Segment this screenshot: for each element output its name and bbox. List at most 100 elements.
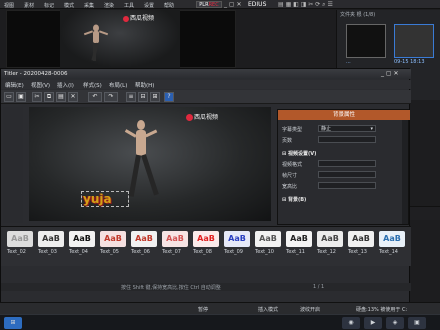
title-canvas[interactable]: 西瓜视频 yuja bbox=[29, 107, 271, 221]
align-icon[interactable]: ≡ bbox=[126, 92, 136, 102]
plr-label: PLR bbox=[199, 2, 209, 8]
start-icon[interactable]: ⊞ bbox=[4, 317, 22, 329]
style-item[interactable]: AaB Text_05 bbox=[100, 231, 126, 255]
menu-style[interactable]: 样式(S) bbox=[83, 81, 102, 89]
titler-title: Titler - 20200428-0006 bbox=[4, 71, 68, 77]
menu-render[interactable]: 渲染 bbox=[104, 2, 114, 9]
edius-bin-icons[interactable]: ▤ ▦ ◧ ◨ ✂ ⟳ ⌕ ☰ bbox=[278, 1, 333, 8]
bin-info: 根 (1/8) bbox=[356, 12, 376, 18]
rec-label: REC bbox=[208, 2, 219, 8]
style-swatch: AaB bbox=[162, 231, 188, 247]
frame-size-label: 帧尺寸 bbox=[282, 173, 298, 179]
player-frame bbox=[60, 10, 180, 68]
style-swatch: AaB bbox=[69, 231, 95, 247]
style-swatch: AaB bbox=[255, 231, 281, 247]
style-label: Text_13 bbox=[348, 249, 367, 255]
menu-insert[interactable]: 插入(I) bbox=[57, 81, 74, 89]
titler-status-bar: 按住 Shift 键,保持宽高比,按住 Ctrl 自动调整 1 / 1 bbox=[1, 283, 411, 291]
style-label: Text_03 bbox=[38, 249, 57, 255]
style-swatch: AaB bbox=[131, 231, 157, 247]
edius-bin-bar: EDIUS ▤ ▦ ◧ ◨ ✂ ⟳ ⌕ ☰ bbox=[244, 0, 440, 9]
caption-type-value: 静止 bbox=[321, 126, 332, 132]
menu-help[interactable]: 帮助(H) bbox=[135, 81, 154, 89]
video-format-label: 视频格式 bbox=[282, 162, 303, 168]
frame-size-field[interactable] bbox=[318, 171, 376, 178]
menu-view[interactable]: 视图 bbox=[4, 2, 14, 9]
style-item[interactable]: AaB Text_09 bbox=[224, 231, 250, 255]
style-swatch: AaB bbox=[7, 231, 33, 247]
style-swatch: AaB bbox=[317, 231, 343, 247]
undo-icon[interactable]: ↶ bbox=[88, 92, 102, 102]
menu-tools[interactable]: 工具 bbox=[124, 2, 134, 9]
aspect-ratio-field[interactable] bbox=[318, 182, 376, 189]
taskbar-app-icon[interactable]: ◈ bbox=[386, 317, 404, 329]
style-swatch: AaB bbox=[193, 231, 219, 247]
style-item[interactable]: AaB Text_13 bbox=[348, 231, 374, 255]
plr-rec-toggle[interactable]: PLRREC bbox=[196, 1, 222, 8]
pages-label: 页数 bbox=[282, 138, 293, 144]
layer-icon[interactable]: ⊞ bbox=[150, 92, 160, 102]
style-swatch: AaB bbox=[379, 231, 405, 247]
video-format-field[interactable] bbox=[318, 160, 376, 167]
redo-icon[interactable]: ↷ bbox=[104, 92, 118, 102]
properties-header: 背景属性 bbox=[278, 110, 410, 120]
properties-scrollbar[interactable] bbox=[402, 120, 408, 224]
menu-help[interactable]: 帮助 bbox=[164, 2, 174, 9]
bin-folder-tab[interactable]: 文件夹 根 (1/8) bbox=[340, 11, 375, 18]
save-icon[interactable]: ▣ bbox=[16, 92, 26, 102]
style-item[interactable]: AaB Text_14 bbox=[379, 231, 405, 255]
text-object[interactable]: yuja bbox=[83, 192, 112, 206]
menu-marker[interactable]: 标记 bbox=[44, 2, 54, 9]
menu-settings[interactable]: 设置 bbox=[144, 2, 154, 9]
cut-icon[interactable]: ✂ bbox=[32, 92, 42, 102]
bin-clip-thumbnail-selected[interactable] bbox=[394, 24, 434, 58]
style-item[interactable]: AaB Text_10 bbox=[255, 231, 281, 255]
style-item[interactable]: AaB Text_07 bbox=[162, 231, 188, 255]
menu-view[interactable]: 视图(V) bbox=[31, 81, 50, 89]
style-swatch: AaB bbox=[286, 231, 312, 247]
titler-menu-bar: 编辑(E) 视图(V) 插入(I) 样式(S) 布局(L) 帮助(H) bbox=[1, 80, 411, 89]
style-item[interactable]: AaB Text_11 bbox=[286, 231, 312, 255]
style-item[interactable]: AaB Text_03 bbox=[38, 231, 64, 255]
titler-title-bar[interactable]: Titler - 20200428-0006 _ ▢ ✕ bbox=[1, 69, 411, 79]
taskbar-app-icon[interactable]: ▶ bbox=[364, 317, 382, 329]
tool-palette bbox=[3, 107, 23, 223]
style-label: Text_08 bbox=[193, 249, 212, 255]
style-item[interactable]: AaB Text_12 bbox=[317, 231, 343, 255]
bin-clip-thumbnail[interactable] bbox=[346, 24, 386, 58]
style-item[interactable]: AaB Text_02 bbox=[7, 231, 33, 255]
style-item[interactable]: AaB Text_06 bbox=[131, 231, 157, 255]
new-icon[interactable]: ▭ bbox=[4, 92, 14, 102]
titler-window-controls[interactable]: _ ▢ ✕ bbox=[381, 70, 399, 77]
video-settings-label: 视频设置(V) bbox=[287, 151, 317, 157]
style-item[interactable]: AaB Text_08 bbox=[193, 231, 219, 255]
help-icon[interactable]: ? bbox=[164, 92, 174, 102]
play-logo-icon bbox=[186, 114, 193, 121]
style-item[interactable]: AaB Text_04 bbox=[69, 231, 95, 255]
delete-icon[interactable]: ✕ bbox=[68, 92, 78, 102]
distribute-icon[interactable]: ⊟ bbox=[138, 92, 148, 102]
status-ripple: 波纹开启 bbox=[300, 307, 321, 313]
properties-panel: 背景属性 字幕类型 静止 ▾ 页数 ⊟ 视频设置(V) 视频格式 帧尺寸 宽高比… bbox=[277, 109, 410, 225]
menu-mode[interactable]: 模式 bbox=[64, 2, 74, 9]
window-controls[interactable]: _ ▢ ✕ bbox=[224, 1, 242, 8]
menu-capture[interactable]: 采集 bbox=[84, 2, 94, 9]
menu-layout[interactable]: 布局(L) bbox=[109, 81, 127, 89]
copy-icon[interactable]: ⧉ bbox=[44, 92, 54, 102]
taskbar: ⊞ ◉ ▶ ◈ ▣ bbox=[0, 314, 440, 330]
style-swatch: AaB bbox=[224, 231, 250, 247]
video-settings-section[interactable]: ⊟ 视频设置(V) bbox=[282, 150, 316, 157]
status-page: 1 / 1 bbox=[313, 284, 325, 290]
paste-icon[interactable]: ▤ bbox=[56, 92, 66, 102]
menu-edit[interactable]: 编辑(E) bbox=[5, 81, 24, 89]
style-label: Text_12 bbox=[317, 249, 336, 255]
background-section[interactable]: ⊟ 背景(B) bbox=[282, 196, 306, 203]
pages-field[interactable] bbox=[318, 136, 376, 143]
style-swatch: AaB bbox=[38, 231, 64, 247]
taskbar-app-icon[interactable]: ◉ bbox=[342, 317, 360, 329]
caption-type-select[interactable]: 静止 ▾ bbox=[318, 125, 376, 132]
menu-clip[interactable]: 素材 bbox=[24, 2, 34, 9]
caption-type-label: 字幕类型 bbox=[282, 127, 303, 133]
aspect-ratio-label: 宽高比 bbox=[282, 184, 298, 190]
taskbar-app-icon[interactable]: ▣ bbox=[408, 317, 426, 329]
